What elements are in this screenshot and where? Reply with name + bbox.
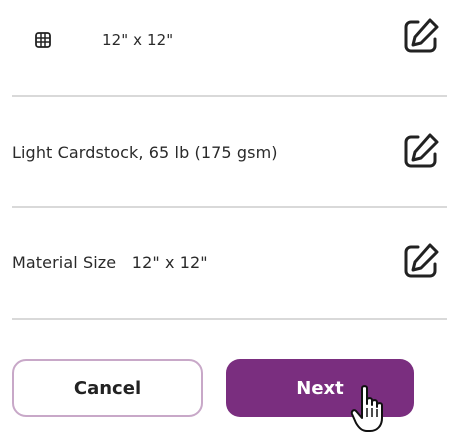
edit-icon [404,243,439,278]
material-size-value: Material Size 12" x 12" [12,252,208,272]
edit-material-button[interactable] [401,131,441,171]
divider [12,206,447,208]
edit-icon [404,18,439,53]
divider [12,95,447,97]
material-value: Light Cardstock, 65 lb (175 gsm) [12,142,278,162]
edit-size-button[interactable] [401,16,441,56]
edit-material-size-button[interactable] [401,241,441,281]
next-button[interactable]: Next [226,359,414,417]
material-size-row: Material Size 12" x 12" [12,240,447,284]
material-row: Light Cardstock, 65 lb (175 gsm) [12,130,447,174]
grid-icon [34,31,52,49]
edit-icon [404,133,439,168]
divider [12,318,447,320]
size-row: 12" x 12" [12,18,447,62]
project-settings-panel: 12" x 12" Light Cardstock, 65 lb (175 gs… [0,0,451,437]
cancel-button[interactable]: Cancel [12,359,203,417]
size-value: 12" x 12" [102,31,174,49]
